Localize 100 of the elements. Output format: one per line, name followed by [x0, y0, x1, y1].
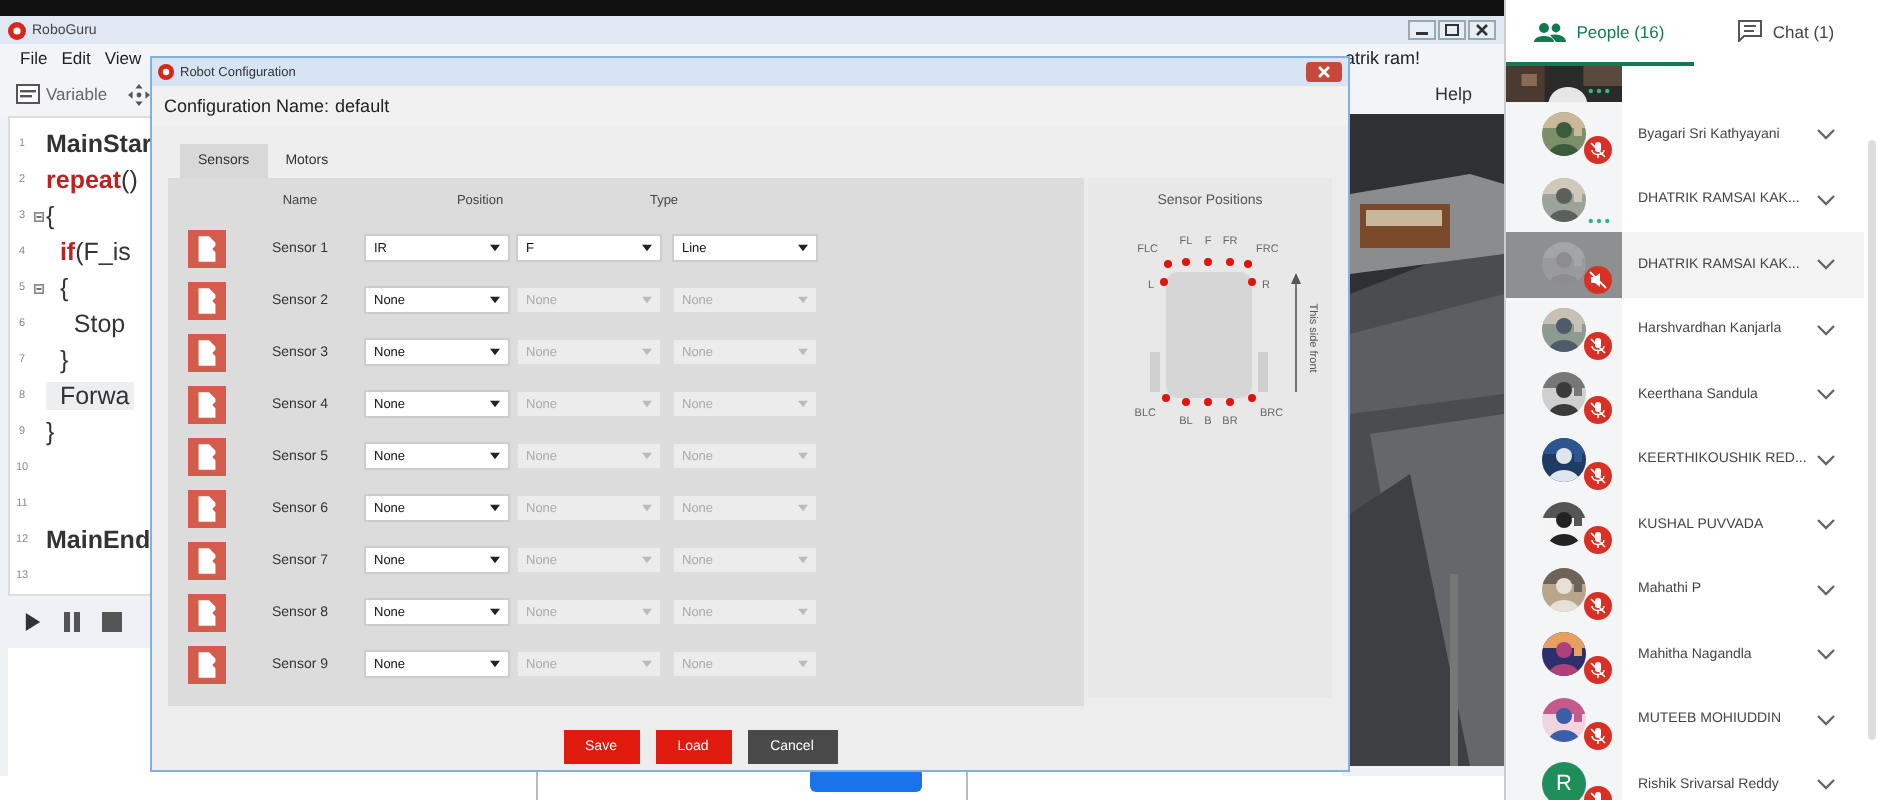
sensor-dot — [1164, 260, 1172, 268]
code-line: MainEnd — [46, 526, 153, 554]
caret-icon — [642, 244, 652, 252]
menu-item[interactable]: View — [104, 48, 142, 68]
caret-icon — [490, 452, 500, 460]
code-line: { — [46, 202, 57, 230]
sensor-dot — [1182, 398, 1190, 406]
caret-icon — [490, 660, 500, 668]
chevron-icon[interactable] — [1816, 128, 1836, 141]
code-line: } — [57, 346, 71, 374]
caret-icon — [490, 608, 500, 616]
chevron-icon[interactable] — [1816, 583, 1836, 596]
chat-icon — [1738, 20, 1763, 42]
chevron-icon[interactable] — [1816, 453, 1836, 466]
code-line: if(F_is — [57, 238, 133, 266]
sensor-icon[interactable] — [188, 437, 226, 475]
muted-mic-icon — [1584, 331, 1612, 359]
muted-mic-icon — [1584, 461, 1612, 489]
code-line: { — [57, 274, 71, 302]
wheel — [1150, 352, 1160, 392]
variable-button[interactable]: Variable — [12, 82, 112, 106]
pause-icon[interactable] — [62, 612, 82, 632]
caret-icon — [798, 244, 808, 252]
chevron-icon[interactable] — [1816, 388, 1836, 401]
sensor-icon[interactable] — [188, 645, 226, 683]
caret-icon — [798, 400, 808, 408]
menu-item[interactable]: File — [20, 48, 48, 68]
caret-icon — [642, 556, 652, 564]
close-icon[interactable] — [1468, 20, 1496, 40]
chevron-icon[interactable] — [1816, 323, 1836, 336]
sensor-dot — [1248, 278, 1256, 286]
code-line: MainStar — [46, 130, 154, 158]
muted-mic-icon — [1584, 656, 1612, 684]
caret-icon — [798, 608, 808, 616]
caret-icon — [798, 452, 808, 460]
sensor-dot — [1162, 394, 1170, 402]
sensor-dot — [1248, 394, 1256, 402]
config-value: default — [335, 96, 390, 116]
muted-mic-icon — [1584, 591, 1612, 619]
code-line: repeat() — [46, 166, 140, 194]
sensor-icon[interactable] — [188, 281, 226, 319]
sensor-icon[interactable] — [188, 229, 226, 267]
muted-mic-icon — [1584, 136, 1612, 164]
chevron-icon[interactable] — [1816, 518, 1836, 531]
caret-icon — [798, 348, 808, 356]
caret-icon — [798, 556, 808, 564]
variable-icon — [16, 84, 40, 104]
code-line: } — [46, 418, 57, 446]
sensor-icon[interactable] — [188, 385, 226, 423]
chevron-icon[interactable] — [1816, 713, 1836, 726]
muted-mic-icon — [1584, 526, 1612, 554]
sensor-icon[interactable] — [188, 541, 226, 579]
sensor-dot — [1204, 398, 1212, 406]
sensor-dot — [1226, 258, 1234, 266]
sensor-icon[interactable] — [188, 593, 226, 631]
chevron-icon[interactable] — [1816, 193, 1836, 206]
code-line: Stop — [71, 310, 128, 338]
muted-speaker-icon — [1584, 266, 1612, 294]
chevron-icon[interactable] — [1816, 258, 1836, 271]
caret-icon — [798, 296, 808, 304]
robot-body — [1166, 272, 1252, 398]
chevron-icon[interactable] — [1816, 648, 1836, 661]
wheel — [1258, 352, 1268, 392]
sensor-dot — [1244, 260, 1252, 268]
caret-icon — [642, 296, 652, 304]
arrow — [1291, 273, 1301, 393]
tab[interactable]: Chat (1) — [1693, 0, 1880, 66]
caret-icon — [490, 400, 500, 408]
menu-item[interactable]: Edit — [61, 48, 91, 68]
fold-icon[interactable] — [34, 283, 44, 293]
sensor-dot — [1226, 398, 1234, 406]
speaking-icon — [1588, 218, 1610, 224]
caret-icon — [490, 556, 500, 564]
caret-icon — [642, 504, 652, 512]
muted-mic-icon — [1584, 721, 1612, 749]
avatar: R — [1542, 762, 1586, 800]
people-icon — [1534, 21, 1567, 41]
config-label: Configuration Name: — [164, 96, 330, 116]
caret-icon — [642, 400, 652, 408]
sensor-icon[interactable] — [188, 489, 226, 527]
caret-icon — [490, 244, 500, 252]
caret-icon — [490, 296, 500, 304]
caret-icon — [642, 608, 652, 616]
fold-icon[interactable] — [34, 211, 44, 221]
sensor-icon[interactable] — [188, 333, 226, 371]
speaking-icon — [1588, 88, 1610, 94]
sensor-dot — [1160, 278, 1168, 286]
caret-icon — [490, 348, 500, 356]
help-link[interactable]: Help — [1434, 84, 1472, 104]
caret-icon — [642, 348, 652, 356]
chevron-icon[interactable] — [1816, 778, 1836, 791]
maximize-icon[interactable] — [1438, 20, 1466, 40]
move-icon[interactable] — [127, 83, 150, 105]
logo-icon — [8, 21, 26, 39]
sensor-dot — [1204, 258, 1212, 266]
minimize-icon[interactable] — [1408, 20, 1436, 40]
muted-mic-icon — [1584, 396, 1612, 424]
play-icon[interactable] — [24, 612, 42, 632]
caret-icon — [642, 660, 652, 668]
close-icon[interactable] — [1306, 62, 1342, 82]
